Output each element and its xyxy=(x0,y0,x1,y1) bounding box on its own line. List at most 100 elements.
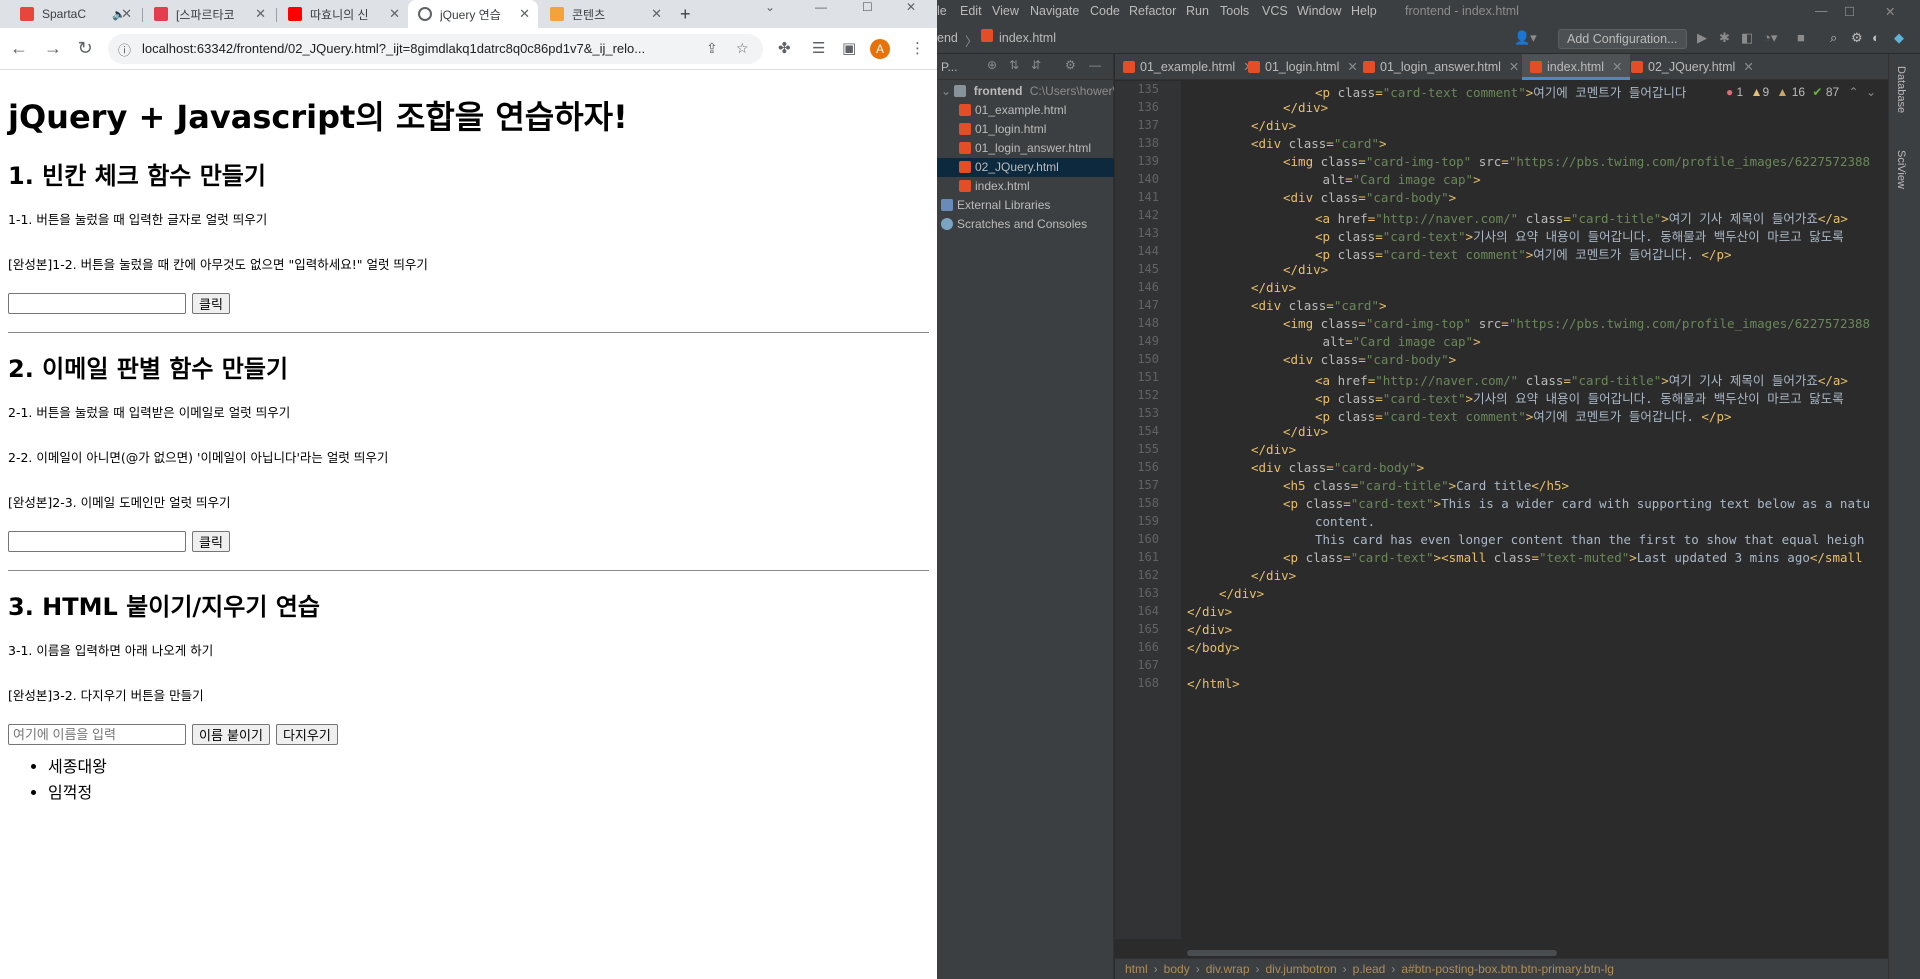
add-configuration-button[interactable]: Add Configuration... xyxy=(1558,29,1687,49)
minimize-icon[interactable]: — xyxy=(815,0,827,14)
code-line[interactable]: alt="Card image cap"> xyxy=(1315,334,1481,349)
code-line[interactable]: <p class="card-text comment">여기에 코멘트가 들어… xyxy=(1315,82,1686,101)
code-line[interactable]: <p class="card-text">기사의 요약 내용이 들어갑니다. 동… xyxy=(1315,226,1844,245)
jetbrains-logo-icon[interactable]: ◆ xyxy=(1894,30,1904,46)
append-name-button[interactable]: 이름 붙이기 xyxy=(192,724,270,745)
forward-icon[interactable]: → xyxy=(42,38,64,59)
chevron-down-icon[interactable]: ⌄ xyxy=(941,84,951,98)
code-line[interactable]: </div> xyxy=(1283,100,1328,115)
code-line[interactable]: <div class="card"> xyxy=(1251,298,1387,313)
close-tab-icon[interactable]: ✕ xyxy=(121,6,132,22)
user-icon[interactable]: 👤▾ xyxy=(1514,30,1537,46)
close-tab-icon[interactable]: ✕ xyxy=(255,6,266,22)
code-line[interactable]: </div> xyxy=(1219,586,1264,601)
tree-external-libraries[interactable]: External Libraries xyxy=(937,196,1114,215)
menu-refactor[interactable]: Refactor xyxy=(1129,4,1176,18)
run-icon[interactable]: ▶ xyxy=(1697,30,1707,46)
coverage-icon[interactable]: ◧ xyxy=(1741,30,1753,46)
section1-text-input[interactable] xyxy=(8,293,186,314)
section1-click-button[interactable]: 클릭 xyxy=(192,293,230,314)
close-window-icon[interactable]: ✕ xyxy=(1885,4,1895,19)
expand-all-icon[interactable]: ⇅ xyxy=(1009,58,1019,72)
tab-sparta[interactable]: SpartaC 🔈 ✕ xyxy=(10,0,140,28)
status-breadcrumb-item[interactable]: p.lead xyxy=(1353,962,1386,976)
code-line[interactable]: content. xyxy=(1315,514,1375,529)
menu-tools[interactable]: Tools xyxy=(1220,4,1249,18)
site-info-icon[interactable]: ⓘ xyxy=(118,40,131,59)
menu-code[interactable]: Code xyxy=(1090,4,1120,18)
status-breadcrumb-item[interactable]: html xyxy=(1125,962,1148,976)
collapse-all-icon[interactable]: ⇵ xyxy=(1031,58,1041,72)
editor-tab[interactable]: 02_JQuery.html ✕ xyxy=(1623,54,1762,80)
code-line[interactable]: <a href="http://naver.com/" class="card-… xyxy=(1315,370,1848,389)
status-breadcrumb-item[interactable]: div.wrap xyxy=(1206,962,1250,976)
status-breadcrumb-item[interactable]: div.jumbotron xyxy=(1266,962,1337,976)
chevron-down-icon[interactable]: ⌄ xyxy=(1866,85,1876,99)
close-tab-icon[interactable]: ✕ xyxy=(651,6,662,22)
chevron-up-icon[interactable]: ⌃ xyxy=(1849,85,1859,99)
project-dropdown[interactable]: P... xyxy=(941,60,957,74)
bookmark-star-icon[interactable]: ☆ xyxy=(736,40,749,57)
share-icon[interactable]: ⇪ xyxy=(706,40,718,57)
menu-edit[interactable]: Edit xyxy=(960,4,982,18)
debug-icon[interactable]: ✱ xyxy=(1719,30,1730,46)
tree-file-selected[interactable]: 02_JQuery.html xyxy=(937,158,1114,177)
editor-tab[interactable]: 01_login_answer.html ✕ xyxy=(1355,54,1527,80)
plugins-icon[interactable]: ◐ xyxy=(1872,30,1880,45)
tree-file[interactable]: 01_login.html xyxy=(937,120,1114,139)
editor-tab[interactable]: 01_login.html ✕ xyxy=(1240,54,1366,80)
code-line[interactable]: <img class="card-img-top" src="https://p… xyxy=(1283,154,1870,169)
menu-window[interactable]: Window xyxy=(1297,4,1341,18)
url-text[interactable]: localhost:63342/frontend/02_JQuery.html?… xyxy=(142,41,645,56)
profile-run-icon[interactable]: ◔▾ xyxy=(1763,30,1777,46)
code-line[interactable]: <h5 class="card-title">Card title</h5> xyxy=(1283,478,1569,493)
code-line[interactable]: <p class="card-text comment">여기에 코멘트가 들어… xyxy=(1315,406,1732,425)
reading-list-icon[interactable]: ☰ xyxy=(812,39,825,57)
code-line[interactable]: </div> xyxy=(1283,424,1328,439)
close-tab-icon[interactable]: ✕ xyxy=(389,6,400,22)
status-breadcrumb-item[interactable]: body xyxy=(1164,962,1190,976)
code-line[interactable]: <div class="card-body"> xyxy=(1283,352,1456,367)
close-window-icon[interactable]: ✕ xyxy=(906,0,916,14)
code-line[interactable]: </div> xyxy=(1251,568,1296,583)
code-line[interactable]: </div> xyxy=(1187,604,1232,619)
hide-panel-icon[interactable]: — xyxy=(1089,58,1101,72)
tab-youtube[interactable]: 따효니의 신 ✕ xyxy=(278,0,408,28)
profile-avatar[interactable]: A xyxy=(870,39,890,59)
menu-help[interactable]: Help xyxy=(1351,4,1377,18)
code-line[interactable]: <a href="http://naver.com/" class="card-… xyxy=(1315,208,1848,227)
search-icon[interactable]: ⌕ xyxy=(1830,30,1837,46)
menu-file[interactable]: le xyxy=(937,4,947,18)
close-tab-icon[interactable]: ✕ xyxy=(1612,60,1622,74)
code-line[interactable]: <div class="card-body"> xyxy=(1251,460,1424,475)
minimize-icon[interactable]: — xyxy=(1815,4,1828,18)
tree-scratches[interactable]: Scratches and Consoles xyxy=(937,215,1114,234)
horizontal-scrollbar[interactable] xyxy=(1187,950,1557,956)
menu-view[interactable]: View xyxy=(992,4,1019,18)
back-icon[interactable]: ← xyxy=(8,38,30,59)
inspection-widget[interactable]: ● 1 ▲9 ▲ 16 ✔ 87 ⌃ ⌄ xyxy=(1726,85,1876,99)
side-panel-icon[interactable]: ▣ xyxy=(842,39,856,57)
maximize-icon[interactable]: ☐ xyxy=(1844,4,1855,19)
tree-file[interactable]: 01_login_answer.html xyxy=(937,139,1114,158)
sciview-tool-button[interactable]: SciView xyxy=(1895,150,1907,189)
name-input[interactable] xyxy=(8,724,186,745)
code-line[interactable]: </div> xyxy=(1283,262,1328,277)
extensions-icon[interactable]: ✤ xyxy=(778,39,791,57)
email-input[interactable] xyxy=(8,531,186,552)
menu-navigate[interactable]: Navigate xyxy=(1030,4,1079,18)
code-line[interactable]: </div> xyxy=(1251,442,1296,457)
close-tab-icon[interactable]: ✕ xyxy=(1509,60,1519,74)
new-tab-button[interactable]: + xyxy=(680,4,691,25)
menu-icon[interactable]: ⋮ xyxy=(910,39,925,57)
code-line[interactable]: </div> xyxy=(1251,280,1296,295)
stop-icon[interactable]: ■ xyxy=(1797,30,1805,45)
code-line[interactable]: <p class="card-text">기사의 요약 내용이 들어갑니다. 동… xyxy=(1315,388,1844,407)
settings-gear-icon[interactable]: ⚙ xyxy=(1065,58,1076,72)
code-line[interactable]: This card has even longer content than t… xyxy=(1315,532,1864,547)
code-line[interactable]: <p class="card-text"><small class="text-… xyxy=(1283,550,1863,565)
tab-sparta-course[interactable]: [스파르타코 ✕ xyxy=(144,0,274,28)
code-editor[interactable]: ● 1 ▲9 ▲ 16 ✔ 87 ⌃ ⌄ <p class="card-text… xyxy=(1181,81,1888,939)
breadcrumb-project[interactable]: end xyxy=(937,31,958,45)
code-line[interactable]: </div> xyxy=(1187,622,1232,637)
